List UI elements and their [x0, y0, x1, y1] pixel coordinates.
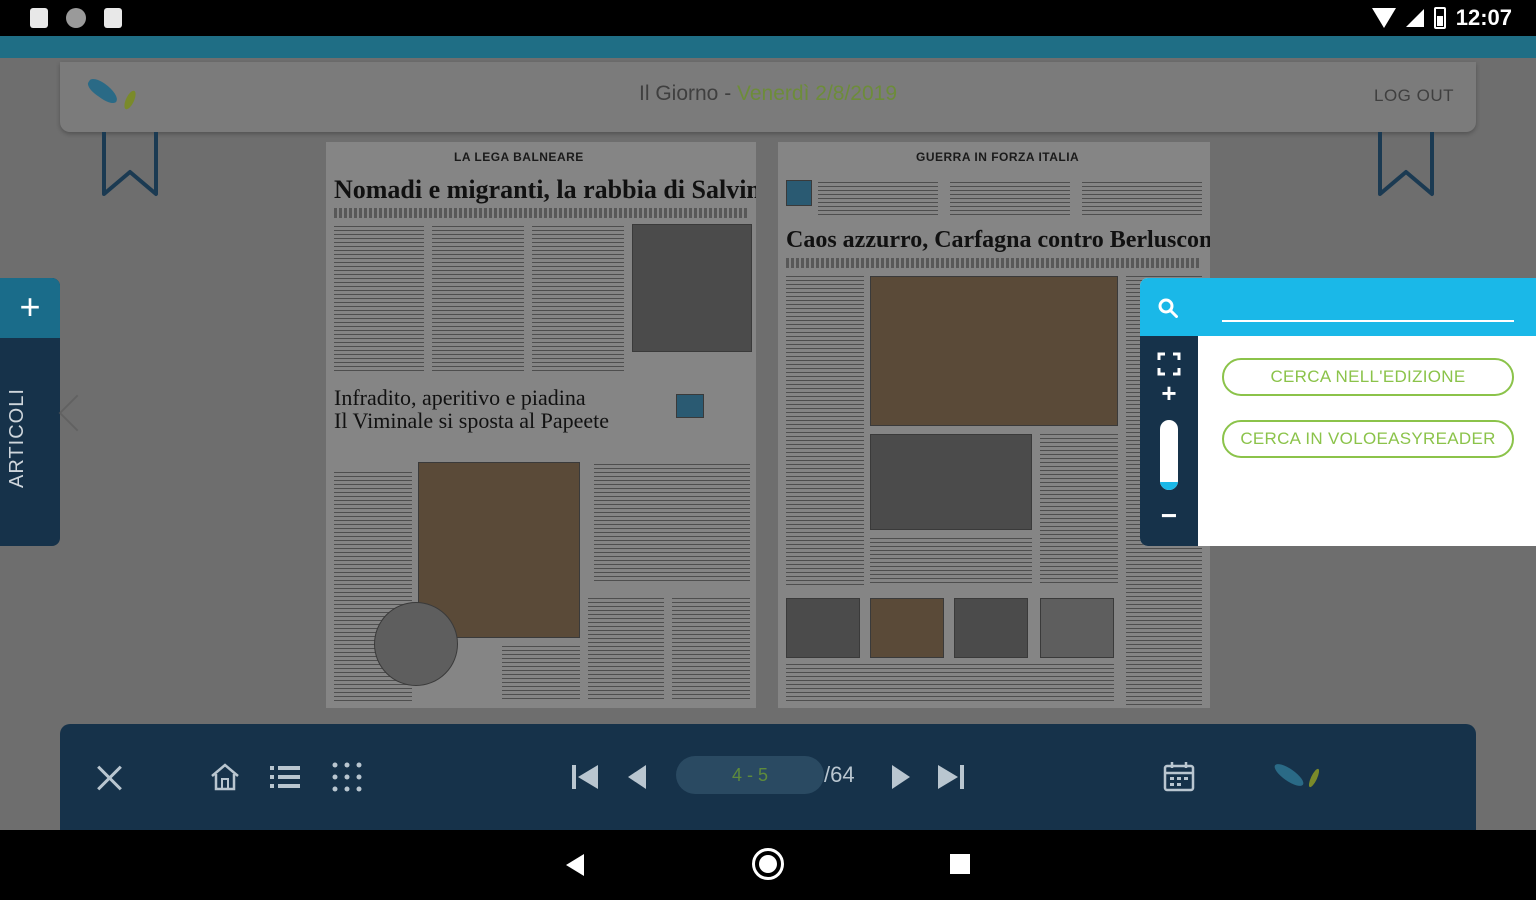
page-kicker: LA LEGA BALNEARE — [454, 150, 584, 164]
edition-date: Venerdì 2/8/2019 — [737, 82, 898, 105]
news-photo — [870, 276, 1118, 426]
list-icon[interactable] — [268, 760, 302, 794]
app-logo-small-icon[interactable] — [1272, 760, 1322, 794]
search-panel: + − CERCA NELL'EDIZIONE CERCA IN VOLOEAS… — [1140, 278, 1536, 546]
app-header: Il Giorno - Venerdì 2/8/2019 LOG OUT — [60, 62, 1476, 132]
text-column — [672, 598, 750, 702]
bottom-toolbar: 4 - 5 /64 — [60, 724, 1476, 830]
zoom-out-button[interactable]: − — [1140, 500, 1198, 532]
news-thumbnail — [870, 598, 944, 658]
newspaper-page-left[interactable]: LA LEGA BALNEARE Nomadi e migranti, la r… — [326, 142, 756, 708]
section-icon — [786, 180, 812, 206]
search-reader-button[interactable]: CERCA IN VOLOEASYREADER — [1222, 420, 1514, 458]
text-column — [588, 598, 664, 702]
zoom-in-button[interactable]: + — [1140, 378, 1198, 409]
previous-page-icon[interactable] — [620, 760, 654, 794]
signal-icon — [1405, 9, 1424, 27]
first-page-icon[interactable] — [568, 760, 602, 794]
headline-line: Infradito, aperitivo e piadina — [334, 385, 586, 410]
text-column — [334, 226, 424, 372]
home-icon[interactable] — [208, 760, 242, 794]
articles-tab-label[interactable]: ARTICOLI — [6, 388, 29, 488]
text-column — [1040, 434, 1118, 584]
text-column — [594, 464, 750, 584]
zoom-slider-fill — [1160, 481, 1178, 490]
text-column — [1082, 182, 1202, 218]
headline-main: Caos azzurro, Carfagna contro Berlusconi — [786, 227, 1210, 253]
zoom-slider[interactable] — [1160, 420, 1178, 490]
bookmark-right-icon[interactable] — [1377, 132, 1435, 198]
newspaper-name: Il Giorno — [638, 82, 719, 105]
text-column — [502, 646, 580, 702]
close-icon[interactable] — [96, 764, 124, 792]
search-edition-button[interactable]: CERCA NELL'EDIZIONE — [1222, 358, 1514, 396]
recent-apps-icon[interactable] — [950, 854, 970, 874]
battery-icon — [1433, 7, 1446, 29]
subheadline — [786, 258, 1200, 268]
last-page-icon[interactable] — [934, 760, 968, 794]
app-screen: 12:07 Il Giorno - Venerdì 2/8/2019 LOG O… — [0, 0, 1536, 900]
grid-icon[interactable] — [330, 760, 364, 794]
calendar-icon[interactable] — [1162, 760, 1196, 794]
quote-icon — [676, 394, 704, 418]
accent-strip — [0, 36, 1536, 58]
page-kicker: GUERRA IN FORZA ITALIA — [916, 150, 1080, 164]
clock: 12:07 — [1455, 5, 1512, 30]
headline-secondary: Infradito, aperitivo e piadina Il Vimina… — [334, 386, 609, 432]
news-thumbnail — [786, 598, 860, 658]
articles-panel-tab[interactable]: + ARTICOLI — [0, 278, 60, 546]
text-column — [818, 182, 938, 218]
text-column — [870, 538, 1032, 586]
home-circle-icon[interactable] — [752, 848, 784, 880]
chevron-left-icon[interactable] — [58, 394, 96, 432]
page-total: /64 — [824, 762, 855, 787]
text-column — [532, 226, 624, 372]
logout-button[interactable]: LOG OUT — [1374, 86, 1454, 106]
search-input[interactable] — [1222, 294, 1514, 322]
news-thumbnail — [954, 598, 1028, 658]
notification-icon — [30, 8, 48, 28]
news-photo — [632, 224, 752, 352]
sd-card-icon — [104, 8, 122, 28]
text-column — [786, 276, 864, 586]
next-page-icon[interactable] — [884, 760, 918, 794]
wifi-icon — [1371, 8, 1396, 28]
text-column — [950, 182, 1070, 218]
page-title: Il Giorno - Venerdì 2/8/2019 — [60, 82, 1476, 106]
headline-line: Il Viminale si sposta al Papeete — [334, 408, 610, 434]
text-column — [786, 664, 1114, 704]
search-header — [1140, 278, 1536, 336]
sync-icon — [66, 8, 86, 28]
system-nav-bar — [0, 830, 1536, 900]
headline-main: Nomadi e migranti, la rabbia di Salvini — [334, 175, 756, 204]
back-icon[interactable] — [566, 854, 584, 876]
status-bar: 12:07 — [0, 0, 1536, 36]
search-icon[interactable] — [1158, 298, 1178, 318]
fullscreen-icon[interactable] — [1157, 352, 1181, 376]
news-photo — [870, 434, 1032, 530]
text-column — [432, 226, 524, 372]
title-separator: - — [718, 82, 738, 105]
add-button[interactable]: + — [0, 278, 60, 338]
bookmark-left-icon[interactable] — [101, 132, 159, 198]
subheadline — [334, 208, 748, 218]
news-photo-round — [374, 602, 458, 686]
page-indicator[interactable]: 4 - 5 — [676, 756, 824, 794]
zoom-controls: + − — [1140, 336, 1198, 546]
news-thumbnail — [1040, 598, 1114, 658]
